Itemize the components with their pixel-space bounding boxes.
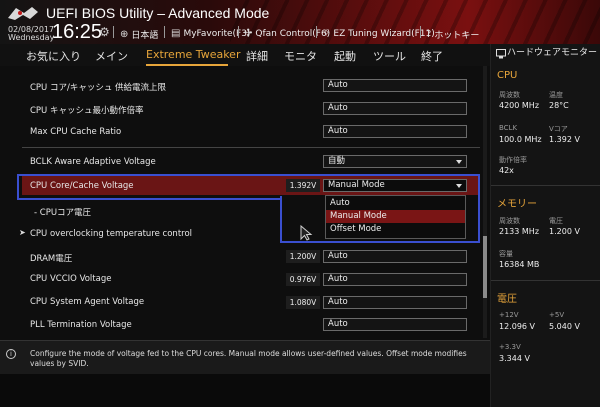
cpu-freq-value: 4200 MHz bbox=[499, 101, 540, 110]
setting-label: PLL Termination Voltage bbox=[30, 320, 132, 330]
mem-volt-value: 1.200 V bbox=[549, 227, 580, 236]
vcore-label: Vコア bbox=[549, 125, 568, 133]
option-offset-mode[interactable]: Offset Mode bbox=[326, 223, 465, 236]
memory-section-title: メモリー bbox=[497, 199, 537, 210]
mem-cap-label: 容量 bbox=[499, 250, 513, 258]
hardware-monitor-panel: ハードウェアモニター CPU 周波数 温度 4200 MHz 28°C BCLK… bbox=[490, 44, 600, 407]
setting-label: BCLK Aware Adaptive Voltage bbox=[30, 157, 156, 167]
cpu-temp-value: 28°C bbox=[549, 101, 569, 110]
header-separator bbox=[238, 26, 239, 38]
help-bar: i Configure the mode of voltage fed to t… bbox=[0, 340, 490, 374]
setting-input[interactable]: Auto bbox=[323, 102, 467, 115]
language-button[interactable]: ⊕ 日本語 bbox=[120, 28, 158, 41]
setting-label: DRAM電圧 bbox=[30, 254, 73, 264]
option-auto[interactable]: Auto bbox=[326, 197, 465, 210]
panel-divider bbox=[491, 185, 600, 186]
favorite-icon: ▤ bbox=[171, 28, 181, 39]
section-divider bbox=[22, 147, 480, 148]
bclk-label: BCLK bbox=[499, 124, 518, 132]
panel-divider bbox=[491, 280, 600, 281]
setting-input[interactable]: Auto bbox=[323, 318, 467, 331]
mem-freq-label: 周波数 bbox=[499, 217, 520, 225]
panel-title: ハードウェアモニター bbox=[507, 48, 598, 58]
v33-value: 3.344 V bbox=[499, 354, 530, 363]
clock-settings-icon[interactable]: ⚙ bbox=[99, 25, 110, 39]
tab-main[interactable]: メイン bbox=[95, 48, 128, 64]
globe-icon: ⊕ bbox=[120, 29, 129, 40]
v33-label: +3.3V bbox=[499, 343, 521, 351]
myfavorite-label: MyFavorite(F3) bbox=[183, 28, 251, 39]
tab-favorites[interactable]: お気に入り bbox=[26, 48, 81, 64]
voltage-mode-options: Auto Manual Mode Offset Mode bbox=[325, 195, 466, 239]
clock: 16:25 bbox=[52, 21, 103, 43]
setting-label: Max CPU Cache Ratio bbox=[30, 127, 122, 137]
setting-label: CPU System Agent Voltage bbox=[30, 297, 145, 307]
setting-label: CPU コア/キャッシュ 供給電流上限 bbox=[30, 83, 167, 93]
qfan-label: Qfan Control(F6) bbox=[255, 28, 331, 39]
setting-input[interactable]: Auto bbox=[323, 273, 467, 286]
chevron-down-icon bbox=[456, 160, 462, 164]
ratio-value: 42x bbox=[499, 166, 514, 175]
submenu-arrow-icon: ➤ bbox=[19, 228, 26, 237]
help-description: Configure the mode of voltage fed to the… bbox=[30, 349, 467, 368]
cpu-section-title: CPU bbox=[497, 70, 518, 81]
cpu-temp-label: 温度 bbox=[549, 91, 563, 99]
tab-advanced[interactable]: 詳細 bbox=[246, 48, 268, 64]
qfan-control-button[interactable]: ✣ Qfan Control(F6) bbox=[244, 28, 330, 39]
option-manual-mode[interactable]: Manual Mode bbox=[326, 210, 465, 223]
annotation-outline bbox=[17, 196, 282, 200]
wand-icon: ✧ bbox=[322, 28, 331, 39]
header-separator bbox=[164, 26, 165, 38]
bclk-aware-dropdown[interactable]: 自動 bbox=[323, 155, 467, 168]
scrollbar-thumb[interactable] bbox=[483, 236, 487, 298]
header-separator bbox=[420, 26, 421, 38]
cpu-freq-label: 周波数 bbox=[499, 91, 520, 99]
fan-icon: ✣ bbox=[244, 28, 253, 39]
dropdown-value: 自動 bbox=[328, 156, 346, 166]
ratio-label: 動作倍率 bbox=[499, 156, 527, 164]
setting-label: CPU VCCIO Voltage bbox=[30, 274, 112, 284]
v5-value: 5.040 V bbox=[549, 322, 580, 331]
current-voltage-value: 1.200V bbox=[286, 250, 320, 263]
setting-label: CPU キャッシュ最小動作倍率 bbox=[30, 106, 144, 116]
date-display: 02/08/2017 Wednesday bbox=[8, 26, 54, 42]
current-voltage-value: 0.976V bbox=[286, 273, 320, 286]
setting-input[interactable]: Auto bbox=[323, 79, 467, 92]
setting-input[interactable]: Auto bbox=[323, 250, 467, 263]
setting-input[interactable]: Auto bbox=[323, 125, 467, 138]
setting-input[interactable]: Auto bbox=[323, 296, 467, 309]
mem-freq-value: 2133 MHz bbox=[499, 227, 540, 236]
vcore-value: 1.392 V bbox=[549, 135, 580, 144]
setting-label: - CPUコア電圧 bbox=[34, 208, 92, 218]
tab-exit[interactable]: 終了 bbox=[421, 48, 443, 64]
v12-label: +12V bbox=[499, 311, 519, 319]
hotkeys-button[interactable]: ? ホットキー bbox=[426, 28, 479, 41]
header-separator bbox=[316, 26, 317, 38]
current-voltage-value: 1.080V bbox=[286, 296, 320, 309]
rog-logo-icon bbox=[8, 7, 38, 20]
ez-tuning-wizard-button[interactable]: ✧ EZ Tuning Wizard(F11) bbox=[322, 28, 435, 39]
tab-tool[interactable]: ツール bbox=[373, 48, 406, 64]
monitor-icon bbox=[496, 49, 506, 59]
voltage-section-title: 電圧 bbox=[497, 294, 517, 305]
mem-cap-value: 16384 MB bbox=[499, 260, 540, 269]
hotkeys-label: ホットキー bbox=[434, 31, 480, 41]
v5-label: +5V bbox=[549, 311, 565, 319]
mem-volt-label: 電圧 bbox=[549, 217, 563, 225]
info-icon: i bbox=[6, 349, 16, 359]
question-icon: ? bbox=[426, 29, 432, 40]
bclk-value: 100.0 MHz bbox=[499, 135, 542, 144]
day-text: Wednesday bbox=[8, 33, 55, 42]
app-title: UEFI BIOS Utility – Advanced Mode bbox=[46, 5, 270, 21]
v12-value: 12.096 V bbox=[499, 322, 536, 331]
tab-extreme-tweaker[interactable]: Extreme Tweaker bbox=[146, 48, 240, 61]
language-label: 日本語 bbox=[131, 31, 159, 41]
submenu-link[interactable]: CPU overclocking temperature control bbox=[30, 229, 192, 239]
tab-boot[interactable]: 起動 bbox=[334, 48, 356, 64]
mouse-cursor-icon bbox=[300, 225, 313, 241]
header-separator bbox=[113, 26, 114, 38]
main-menu: お気に入り メイン Extreme Tweaker 詳細 モニタ 起動 ツール … bbox=[0, 44, 490, 66]
tab-monitor[interactable]: モニタ bbox=[284, 48, 317, 64]
title-bar: UEFI BIOS Utility – Advanced Mode 02/08/… bbox=[0, 0, 600, 44]
